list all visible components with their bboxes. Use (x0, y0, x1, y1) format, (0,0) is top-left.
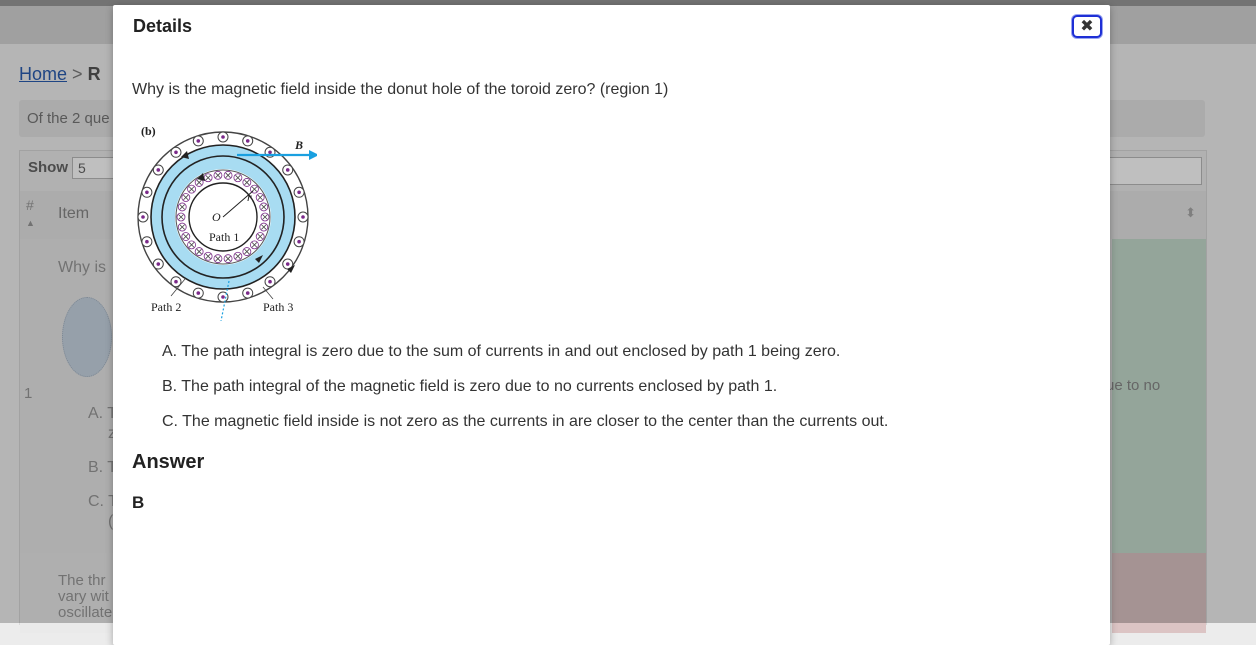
answer-choices: A. The path integral is zero due to the … (162, 343, 888, 448)
current-out-dot (285, 262, 290, 266)
current-out-dot (141, 215, 145, 219)
details-modal: Details ✖ Why is the magnetic field insi… (113, 5, 1110, 645)
close-icon: ✖ (1080, 17, 1094, 35)
current-out-dot (297, 239, 301, 244)
b-field-label: B (294, 138, 303, 152)
radius-label: r (247, 190, 252, 204)
choice-c: C. The magnetic field inside is not zero… (162, 413, 889, 430)
toroid-figure: (b) B O r Path 1 Path 2 Path 3 (137, 121, 319, 322)
current-out-dot (245, 139, 250, 143)
current-out-dot (297, 190, 301, 195)
question-text: Why is the magnetic field inside the don… (132, 81, 669, 98)
current-out-dot (196, 291, 201, 295)
path-2-label: Path 2 (151, 300, 181, 314)
origin-label: O (212, 210, 221, 224)
choice-b: B. The path integral of the magnetic fie… (162, 378, 778, 395)
current-out-dot (268, 150, 272, 155)
current-out-dot (221, 135, 225, 139)
panel-label: (b) (141, 124, 156, 138)
current-out-dot (221, 295, 225, 299)
b-field-arrowhead (309, 150, 319, 160)
path-3-label: Path 3 (263, 300, 293, 314)
path-1-label: Path 1 (209, 230, 239, 244)
current-out-dot (245, 291, 250, 295)
close-button[interactable]: ✖ (1072, 15, 1102, 38)
current-out-dot (156, 168, 161, 172)
choice-a: A. The path integral is zero due to the … (162, 343, 841, 360)
current-out-dot (285, 168, 290, 172)
current-out-dot (301, 215, 305, 219)
current-out-dot (156, 262, 161, 266)
current-out-dot (174, 150, 178, 155)
answer-heading: Answer (132, 451, 205, 473)
current-out-dot (174, 279, 178, 284)
current-out-dot (145, 190, 149, 195)
current-out-dot (145, 239, 149, 244)
toroid-diagram: (b) B O r Path 1 Path 2 Path 3 (137, 124, 319, 322)
modal-title: Details (133, 16, 193, 36)
current-out-dot (196, 139, 201, 143)
current-out-dot (268, 279, 272, 284)
answer-value: B (132, 493, 145, 512)
